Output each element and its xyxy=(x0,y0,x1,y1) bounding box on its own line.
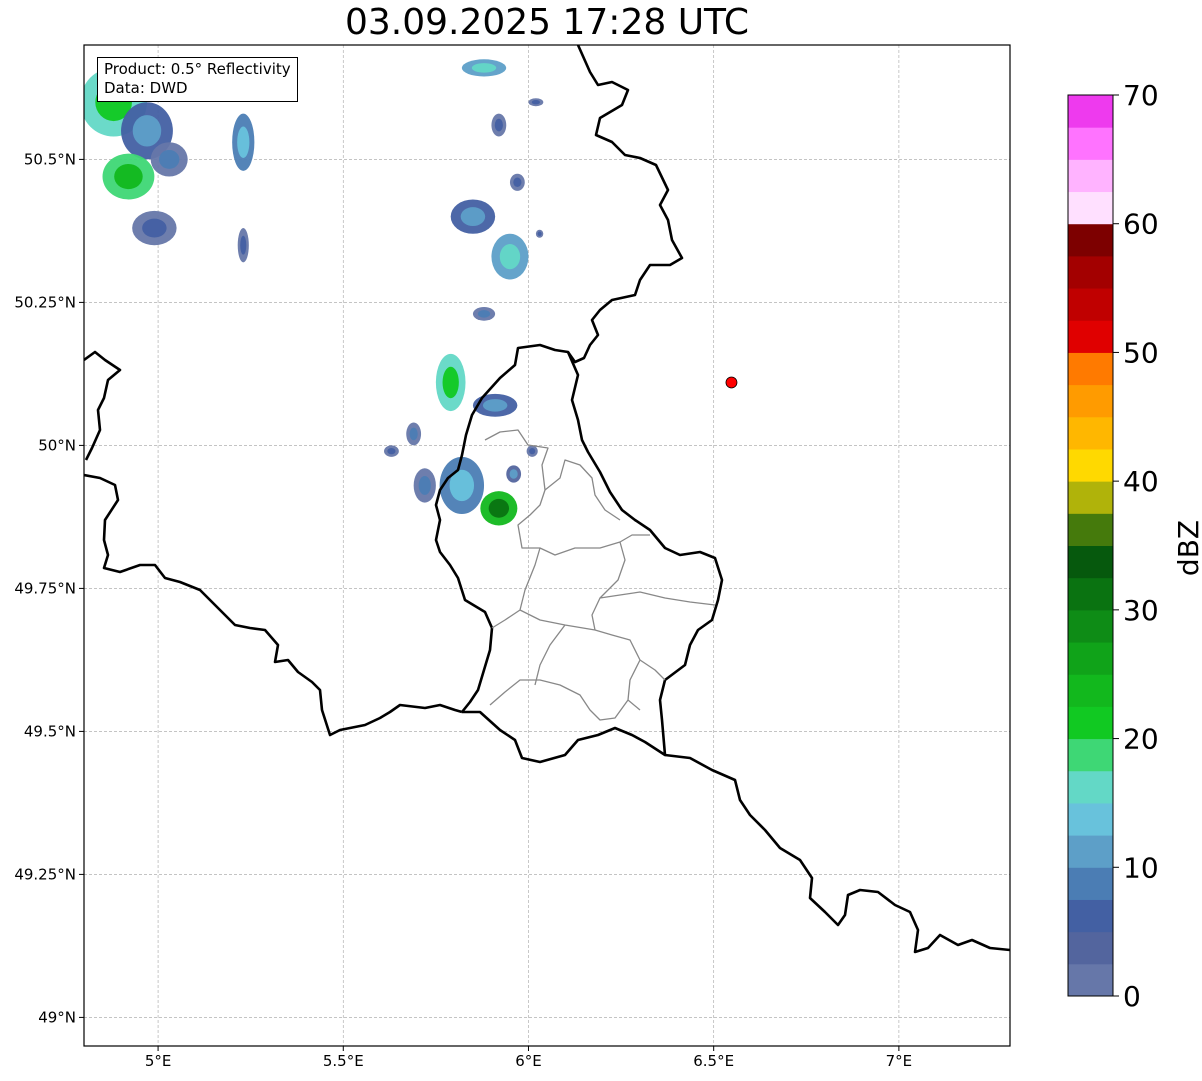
radar-echo-core xyxy=(132,115,162,147)
radar-echo-core xyxy=(442,366,459,399)
colorbar-segment xyxy=(1068,127,1113,160)
colorbar-segment xyxy=(1068,577,1113,611)
colorbar-segment xyxy=(1068,835,1113,868)
colorbar-ticks: 0 10 20 30 40 50 60 70 xyxy=(1113,79,1159,1013)
radar-map-figure: 5°E 5.5°E 6°E 6.5°E 7°E 50.5°N 50.25°N 50°N 49.… xyxy=(14,44,1202,1070)
radar-echo-core xyxy=(142,218,167,238)
colorbar-tick-label: 40 xyxy=(1123,465,1159,498)
y-tick-label: 49.75°N xyxy=(14,579,76,597)
x-axis-ticks: 5°E 5.5°E 6°E 6.5°E 7°E xyxy=(145,1046,912,1070)
x-tick-label: 5°E xyxy=(145,1052,172,1070)
y-axis-ticks: 50.5°N 50.25°N 50°N 49.75°N 49.5°N 49.25°N 49°… xyxy=(14,150,84,1026)
radar-echo-core xyxy=(482,399,508,412)
colorbar-segment xyxy=(1068,191,1113,225)
colorbar-segment xyxy=(1068,706,1113,740)
colorbar-segment xyxy=(1068,352,1113,386)
radar-echo-core xyxy=(513,177,522,187)
radar-echo-core xyxy=(531,99,540,105)
y-tick-label: 49.25°N xyxy=(14,865,76,883)
radar-site-marker[interactable] xyxy=(725,376,738,389)
radar-echo-core xyxy=(387,447,396,455)
radar-echo-core xyxy=(418,476,431,495)
colorbar-segment xyxy=(1068,288,1113,321)
y-tick-label: 50.5°N xyxy=(24,150,76,168)
colorbar-tick-label: 10 xyxy=(1123,851,1159,884)
colorbar-tick-label: 30 xyxy=(1123,594,1159,627)
colorbar-segment xyxy=(1068,159,1113,193)
colorbar-tick-label: 70 xyxy=(1123,79,1159,112)
colorbar-tick-label: 60 xyxy=(1123,208,1159,241)
radar-echo-core xyxy=(509,469,518,479)
colorbar-segment xyxy=(1068,320,1113,353)
colorbar-segment xyxy=(1068,674,1113,707)
x-tick-label: 6°E xyxy=(515,1052,542,1070)
colorbar-tick-label: 0 xyxy=(1123,980,1141,1013)
x-tick-label: 7°E xyxy=(886,1052,913,1070)
colorbar-segment xyxy=(1068,963,1113,997)
colorbar-segment xyxy=(1068,867,1113,900)
radar-echo-core xyxy=(409,427,418,441)
x-tick-label: 6.5°E xyxy=(693,1052,734,1070)
colorbar-segment xyxy=(1068,738,1113,772)
colorbar-segment xyxy=(1068,513,1113,546)
radar-echo-core xyxy=(460,207,486,227)
radar-echo-core xyxy=(488,498,510,518)
colorbar-segment xyxy=(1068,416,1113,450)
product-info-box: Product: 0.5° Reflectivity Data: DWD xyxy=(97,57,298,102)
colorbar-segments xyxy=(1068,95,1113,997)
colorbar-segment xyxy=(1068,609,1113,643)
radar-echo-core xyxy=(159,149,180,169)
y-tick-label: 49.5°N xyxy=(24,722,76,740)
colorbar-segment xyxy=(1068,931,1113,965)
colorbar-segment xyxy=(1068,642,1113,675)
x-tick-label: 5.5°E xyxy=(323,1052,364,1070)
colorbar-segment xyxy=(1068,481,1113,514)
colorbar-segment xyxy=(1068,802,1113,836)
map-background xyxy=(84,45,1010,1046)
radar-echo-core xyxy=(114,163,143,190)
radar-echo-core xyxy=(240,235,247,255)
radar-echo-core xyxy=(471,63,497,73)
radar-echo-core xyxy=(477,310,491,318)
colorbar-tick-label: 20 xyxy=(1123,723,1159,756)
radar-echo-core xyxy=(237,126,250,158)
data-source-label: Data: DWD xyxy=(104,79,188,97)
colorbar-segment xyxy=(1068,223,1113,257)
colorbar-segment xyxy=(1068,95,1113,128)
radar-echo-core xyxy=(537,231,542,236)
colorbar-segment xyxy=(1068,545,1113,579)
colorbar-segment xyxy=(1068,899,1113,933)
radar-echo-core xyxy=(529,447,536,455)
y-tick-label: 50.25°N xyxy=(14,293,76,311)
colorbar: 0 10 20 30 40 50 60 70 dBZ xyxy=(1067,79,1202,1013)
y-tick-label: 50°N xyxy=(38,436,76,454)
colorbar-segment xyxy=(1068,255,1113,289)
colorbar-segment xyxy=(1068,448,1113,482)
product-label: Product: 0.5° Reflectivity xyxy=(104,60,291,78)
colorbar-segment xyxy=(1068,770,1113,804)
radar-echo-core xyxy=(499,244,521,270)
radar-echo-core xyxy=(494,118,503,132)
colorbar-tick-label: 50 xyxy=(1123,336,1159,369)
colorbar-label: dBZ xyxy=(1172,520,1202,576)
y-tick-label: 49°N xyxy=(38,1008,76,1026)
colorbar-segment xyxy=(1068,384,1113,418)
